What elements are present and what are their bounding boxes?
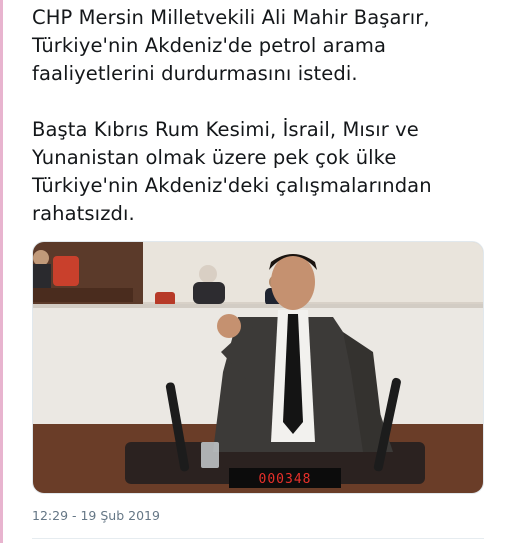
tweet-line: faaliyetlerini durdurmasını istedi. xyxy=(32,62,358,85)
photo-illustration: 000348 xyxy=(33,242,483,493)
background-person xyxy=(193,282,225,304)
tweet-line: Türkiye'nin Akdeniz'de petrol arama xyxy=(32,34,387,57)
divider xyxy=(32,538,484,539)
tweet-paragraph-2: Başta Kıbrıs Rum Kesimi, İsrail, Mısır v… xyxy=(32,116,500,228)
speech-timer-readout: 000348 xyxy=(259,472,312,487)
tweet-line: rahatsızdı. xyxy=(32,202,135,225)
background-person xyxy=(199,265,217,283)
tweet-line: CHP Mersin Milletvekili Ali Mahir Başarı… xyxy=(32,6,430,29)
background-person xyxy=(33,250,49,266)
marble-edge xyxy=(33,304,483,308)
tweet-line: Yunanistan olmak üzere pek çok ülke xyxy=(32,146,397,169)
conversation-thread-line xyxy=(0,0,3,543)
water-glass xyxy=(201,442,219,468)
tweet-line: Başta Kıbrıs Rum Kesimi, İsrail, Mısır v… xyxy=(32,118,419,141)
speaker-head xyxy=(271,254,315,310)
tweet-line: Türkiye'nin Akdeniz'deki çalışmalarından xyxy=(32,174,432,197)
tweet-paragraph-1: CHP Mersin Milletvekili Ali Mahir Başarı… xyxy=(32,4,500,88)
background-person xyxy=(33,264,51,290)
red-chair xyxy=(53,256,79,286)
tweet-timestamp[interactable]: 12:29 - 19 Şub 2019 xyxy=(32,508,160,523)
desk xyxy=(33,288,133,302)
red-chair xyxy=(155,292,175,306)
tweet-text: CHP Mersin Milletvekili Ali Mahir Başarı… xyxy=(32,4,500,256)
speaker-hand xyxy=(217,314,241,338)
tweet-photo[interactable]: 000348 xyxy=(32,241,484,494)
